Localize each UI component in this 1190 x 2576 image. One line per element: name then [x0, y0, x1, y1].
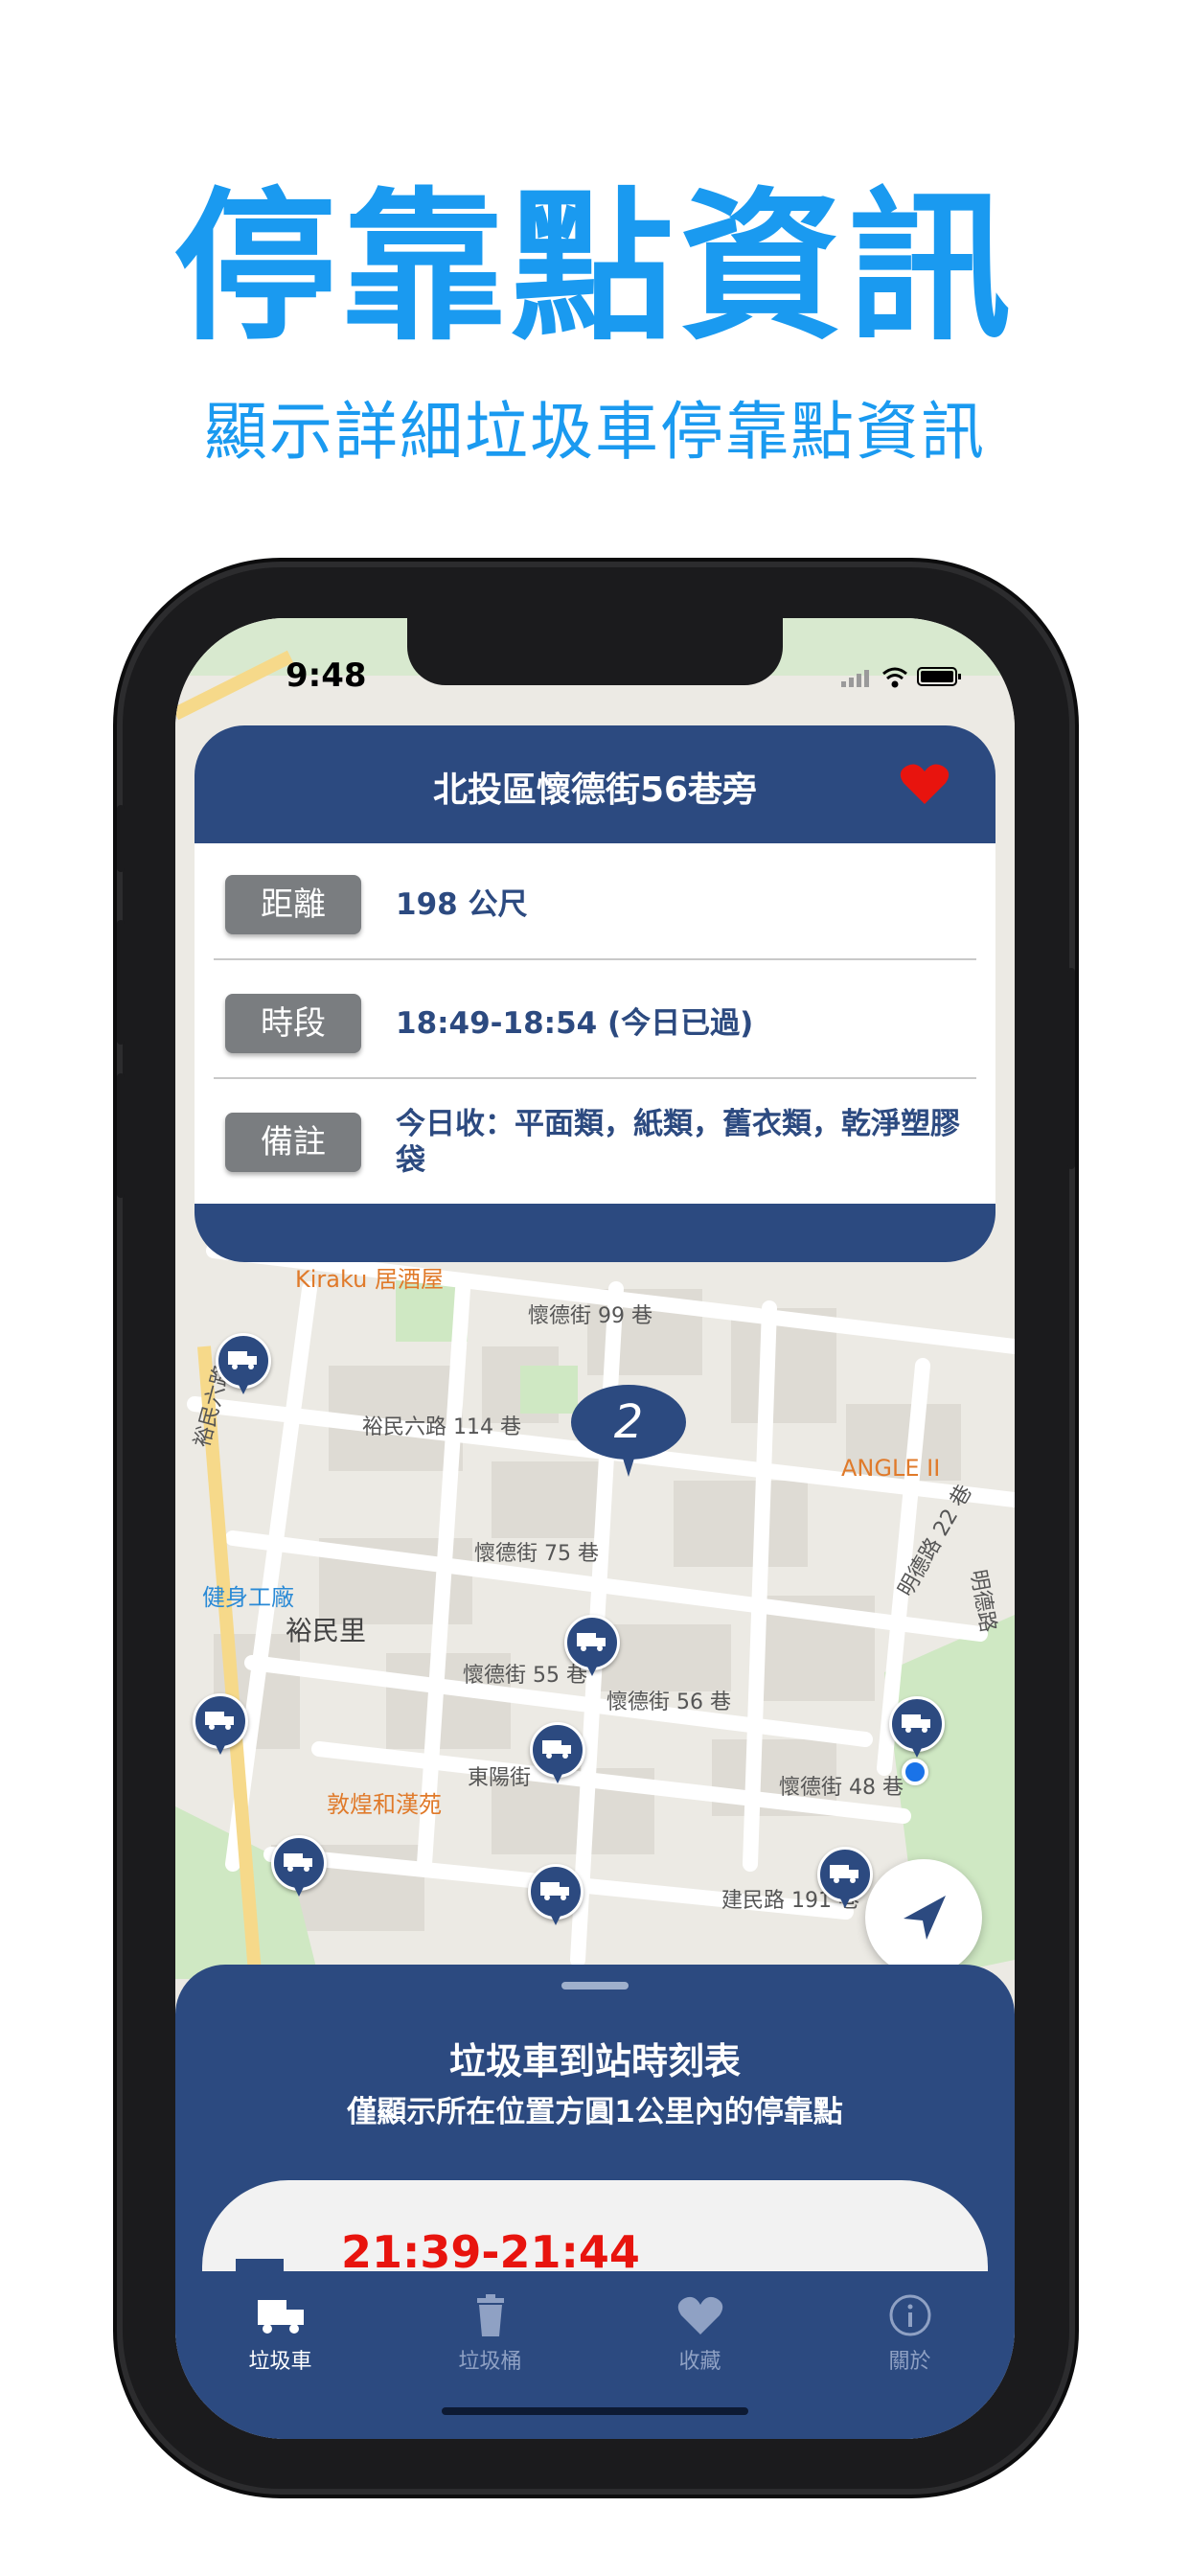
- truck-stop-pin[interactable]: [564, 1615, 620, 1678]
- garbage-truck-icon: [257, 2300, 304, 2334]
- tab-label: 垃圾桶: [458, 2350, 522, 2374]
- stop-cluster-marker[interactable]: 2: [571, 1385, 686, 1500]
- truck-stop-pin[interactable]: [271, 1835, 327, 1898]
- map-street-label: 裕民六路 114 巷: [362, 1415, 521, 1439]
- time-tag: 時段: [225, 994, 361, 1053]
- truck-stop-pin[interactable]: [216, 1333, 271, 1396]
- map-street-label: 懷德街 48 巷: [779, 1776, 904, 1800]
- distance-tag: 距離: [225, 875, 361, 934]
- map-street-label: 懷德街 99 巷: [528, 1304, 652, 1328]
- tab-garbage-truck[interactable]: 垃圾車: [175, 2292, 385, 2379]
- sheet-title: 垃圾車到站時刻表: [448, 2040, 741, 2082]
- notes-value: 今日收：平面類，紙類，舊衣類，乾淨塑膠袋: [396, 1107, 960, 1178]
- mute-switch: [117, 805, 125, 872]
- location-arrow-icon: [904, 1896, 946, 1940]
- map-poi-label: Kiraku 居酒屋: [295, 1266, 444, 1293]
- stop-info-card: 北投區懷德街56巷旁 距離 198 公尺 時段 18:49-18:54 (今日已…: [195, 725, 995, 1262]
- garbage-truck-icon: [205, 1712, 234, 1730]
- trash-can-icon: [476, 2294, 504, 2336]
- signal-icon: [841, 670, 869, 687]
- garbage-truck-icon: [228, 1351, 257, 1369]
- tab-trash-can[interactable]: 垃圾桶: [385, 2292, 595, 2379]
- info-icon: [889, 2294, 930, 2336]
- stop-details: 距離 198 公尺 時段 18:49-18:54 (今日已過) 備註 今日收：平…: [195, 843, 995, 1204]
- detail-row-time: 時段 18:49-18:54 (今日已過): [214, 962, 976, 1079]
- heart-icon: [677, 2296, 722, 2334]
- promo-subline: 顯示詳細垃圾車停靠點資訊: [204, 395, 986, 469]
- garbage-truck-icon: [540, 1882, 569, 1900]
- garbage-truck-icon: [284, 1853, 312, 1872]
- tab-about[interactable]: 關於: [805, 2292, 1015, 2379]
- map-street-label: 東陽街: [468, 1766, 532, 1790]
- detail-row-distance: 距離 198 公尺: [214, 843, 976, 960]
- device-notch: [407, 618, 783, 685]
- truck-stop-pin[interactable]: [193, 1693, 248, 1757]
- app-screen: 懷德街 99 巷 裕民六路 114 巷 懷德街 75 巷 懷德街 55 巷 懷德…: [175, 618, 1015, 2439]
- map-district-label: 裕民里: [286, 1615, 367, 1646]
- map-poi-label: 敦煌和漢苑: [327, 1791, 442, 1818]
- current-location-dot: [902, 1759, 928, 1785]
- cluster-count: 2: [571, 1385, 686, 1460]
- stop-title: 北投區懷德街56巷旁: [432, 770, 758, 810]
- truck-stop-pin[interactable]: [528, 1864, 584, 1927]
- volume-up-button: [117, 920, 125, 1045]
- garbage-truck-icon: [830, 1865, 858, 1883]
- time-value: 18:49-18:54 (今日已過): [396, 1006, 754, 1041]
- detail-row-notes: 備註 今日收：平面類，紙類，舊衣類，乾淨塑膠袋: [214, 1081, 976, 1198]
- map-poi-label: 健身工廠: [202, 1584, 294, 1611]
- battery-icon: [917, 667, 961, 686]
- power-button: [1067, 968, 1075, 1169]
- tab-favorites[interactable]: 收藏: [595, 2292, 805, 2379]
- tab-label: 關於: [888, 2350, 931, 2374]
- schedule-time: 21:39-21:44: [341, 2226, 640, 2278]
- truck-stop-pin[interactable]: [889, 1696, 945, 1760]
- notes-tag: 備註: [225, 1113, 361, 1172]
- garbage-truck-icon: [542, 1740, 571, 1759]
- truck-stop-pin[interactable]: [530, 1722, 585, 1785]
- map-street-label: 懷德街 56 巷: [606, 1690, 731, 1714]
- home-indicator: [442, 2407, 748, 2415]
- sheet-subtitle: 僅顯示所在位置方圓1公里內的停靠點: [347, 2095, 843, 2129]
- distance-value: 198 公尺: [396, 887, 528, 922]
- locate-me-button[interactable]: [865, 1859, 982, 1976]
- status-time: 9:48: [286, 656, 367, 695]
- map-street-label: 懷德街 75 巷: [474, 1542, 599, 1566]
- volume-down-button: [117, 1073, 125, 1198]
- status-icons: [841, 667, 961, 688]
- map-poi-label: ANGLE II: [841, 1455, 941, 1482]
- heart-icon[interactable]: [900, 762, 950, 806]
- wifi-icon: [882, 667, 907, 688]
- tab-label: 收藏: [678, 2350, 721, 2374]
- promo-headline: 停靠點資訊: [172, 173, 1017, 363]
- tab-label: 垃圾車: [248, 2350, 312, 2374]
- garbage-truck-icon: [902, 1714, 930, 1733]
- garbage-truck-icon: [577, 1633, 606, 1651]
- sheet-grabber[interactable]: [561, 1982, 629, 1990]
